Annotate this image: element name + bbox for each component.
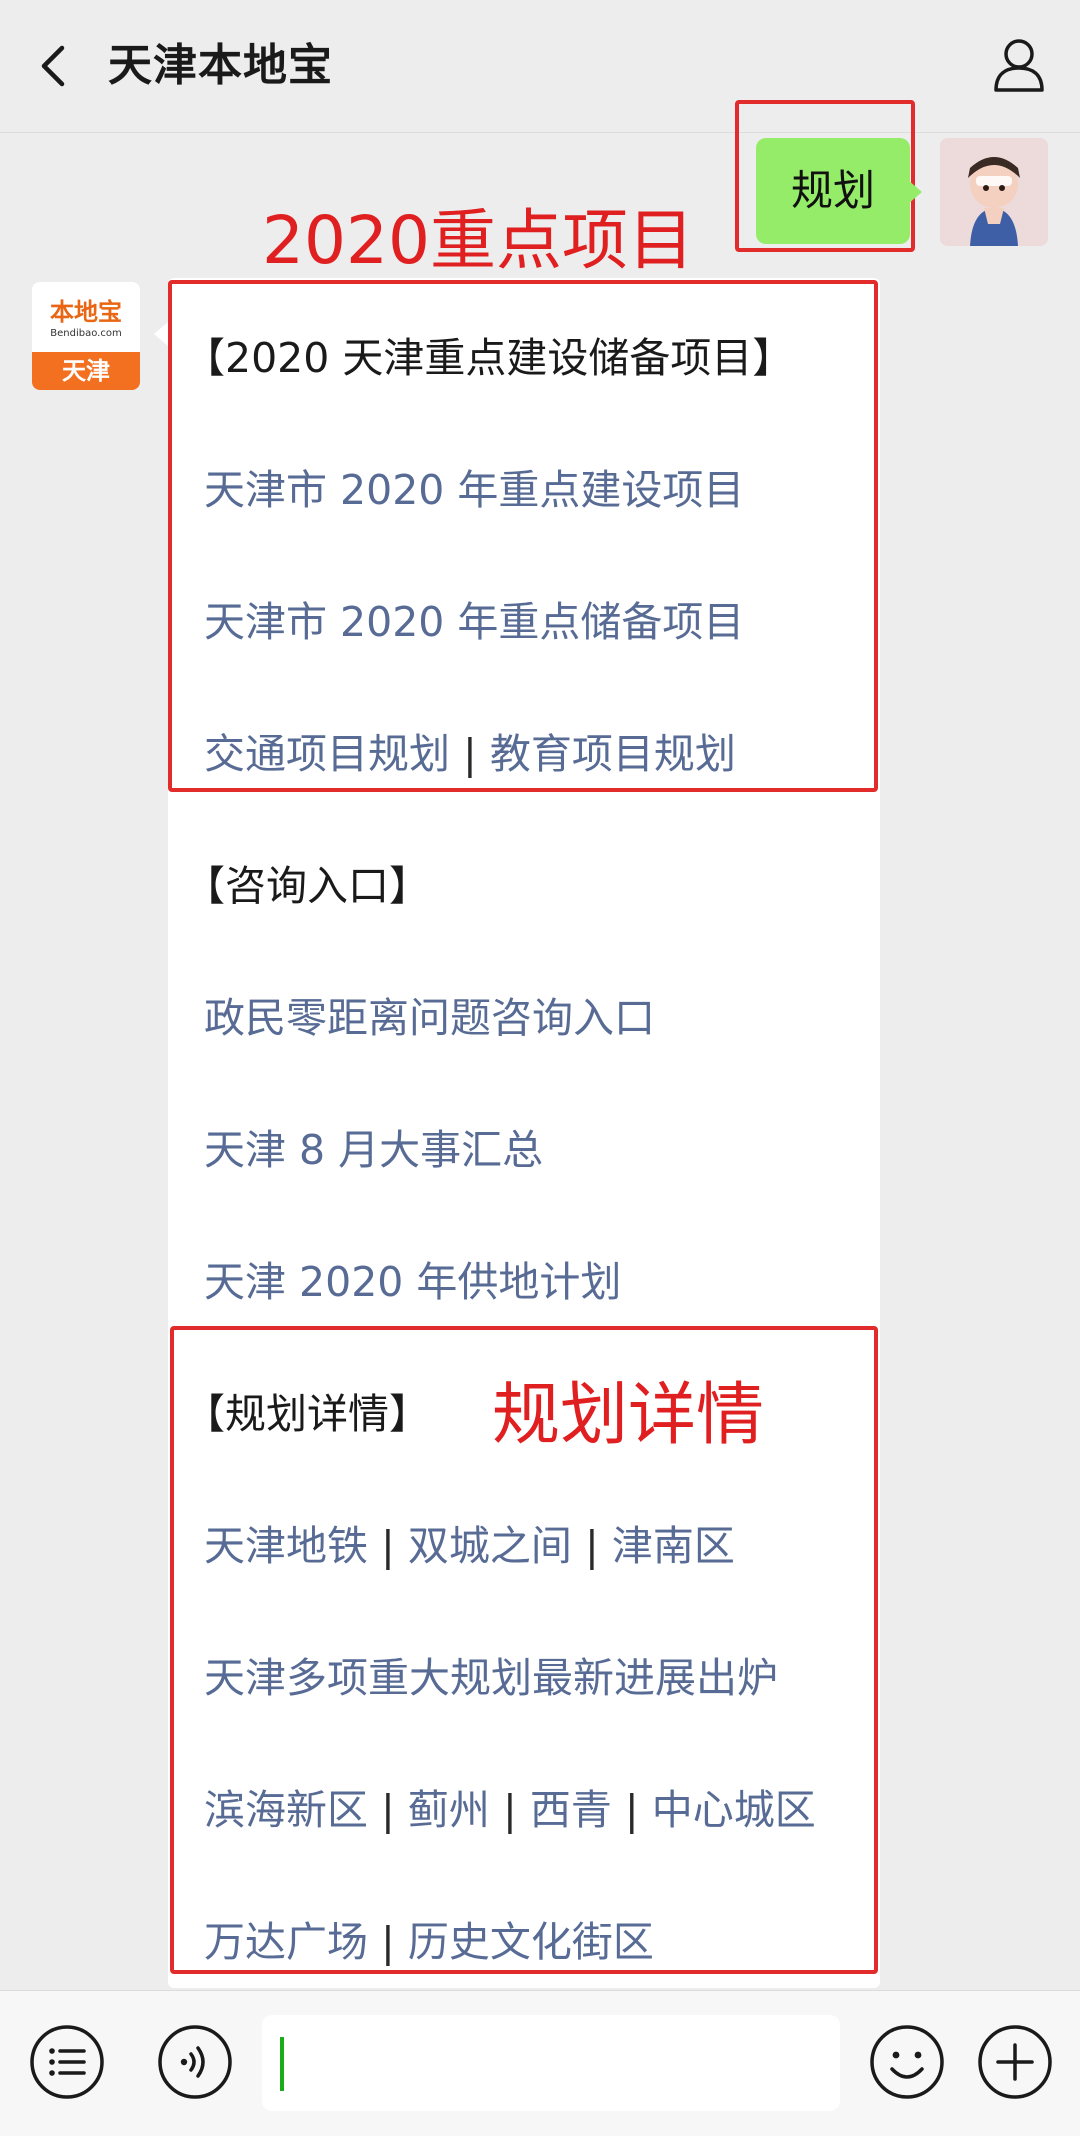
emoji-button[interactable] (868, 2023, 946, 2101)
person-icon (994, 39, 1044, 92)
annotation-box-key-projects (168, 280, 878, 792)
user-message-bubble[interactable]: 规划 (756, 138, 910, 244)
plus-circle-icon (978, 2025, 1052, 2099)
voice-icon (158, 2025, 232, 2099)
add-button[interactable] (976, 2023, 1054, 2101)
back-button[interactable] (26, 36, 86, 96)
profile-button[interactable] (986, 32, 1052, 98)
card-link[interactable]: 天津 8 月大事汇总 (204, 1084, 543, 1216)
text-caret (280, 2037, 284, 2091)
user-avatar[interactable] (940, 138, 1048, 246)
message-input[interactable] (262, 2015, 840, 2111)
section-heading: 【咨询入口】 (168, 820, 880, 952)
card-link[interactable]: 政民零距离问题咨询入口 (204, 952, 655, 1084)
bot-avatar-brand: 本地宝 (50, 297, 122, 326)
user-bubble-tail (908, 180, 922, 204)
chat-title: 天津本地宝 (108, 40, 333, 91)
bot-avatar-url: Bendibao.com (50, 328, 122, 339)
bot-avatar-city: 天津 (32, 352, 140, 390)
menu-button[interactable] (28, 2023, 106, 2101)
annotation-label-key-projects: 2020重点项目 (262, 202, 694, 279)
list-icon (30, 2025, 104, 2099)
bot-avatar[interactable]: 本地宝 Bendibao.com 天津 (32, 282, 140, 390)
card-link-row[interactable]: 政民零距离问题咨询入口 (168, 952, 880, 1084)
card-link-row[interactable]: 天津 8 月大事汇总 (168, 1084, 880, 1216)
smile-icon (870, 2025, 944, 2099)
annotation-label-plan-details: 规划详情 (492, 1376, 765, 1455)
chat-input-bar (0, 1990, 1080, 2136)
chat-header: 天津本地宝 (0, 0, 1080, 133)
chevron-left-icon (41, 45, 65, 87)
child-photo-icon (940, 138, 1048, 246)
voice-button[interactable] (156, 2023, 234, 2101)
bot-bubble-tail (154, 322, 168, 346)
section-heading-text: 【咨询入口】 (184, 862, 430, 910)
